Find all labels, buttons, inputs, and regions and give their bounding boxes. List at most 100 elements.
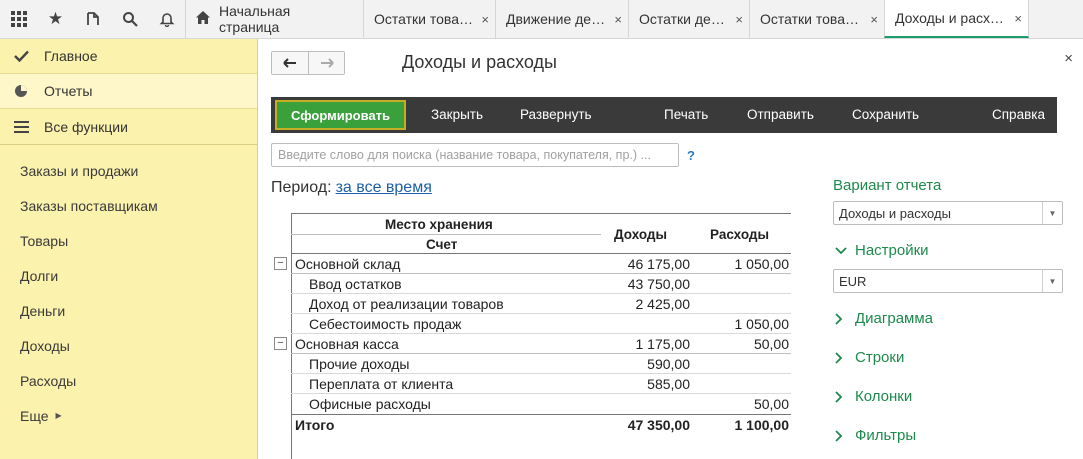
header-income: Доходы [614,227,668,242]
table-row[interactable]: Ввод остатков 43 750,00 [271,274,791,294]
chevron-right-icon [835,351,855,364]
total-label: Итого [295,417,335,433]
chevron-right-icon [835,390,855,403]
report-variant-select[interactable]: Доходы и расходы ▼ [833,201,1063,225]
report-variant-title: Вариант отчета [833,177,942,194]
table-row[interactable]: Себестоимость продаж 1 050,00 [271,314,791,334]
tab-stock-balance-2[interactable]: Остатки товаров × [749,0,884,38]
sidebar-item-supplier-orders[interactable]: Заказы поставщикам [0,188,257,223]
sidebar-item-debts[interactable]: Долги [0,258,257,293]
dropdown-arrow-icon[interactable]: ▼ [1042,270,1062,292]
sidebar-sections: Заказы и продажи Заказы поставщикам Това… [0,145,257,433]
table-row[interactable]: Офисные расходы 50,00 [271,394,791,414]
chevron-right-icon [835,312,855,325]
sidebar-item-label: Расходы [20,372,77,389]
row-label: Основная касса [295,336,399,352]
section-columns[interactable]: Колонки [835,388,912,405]
close-icon[interactable]: × [870,12,878,27]
report-table: Место хранения Счет Доходы Расходы − Осн… [271,213,791,459]
sidebar-item-main[interactable]: Главное [0,39,257,74]
home-icon [196,11,210,27]
sidebar-item-expenses[interactable]: Расходы [0,363,257,398]
search-input[interactable]: Введите слово для поиска (название товар… [271,143,679,167]
sidebar-item-label: Товары [20,232,69,249]
row-expense: 50,00 [753,396,789,412]
tab-label: Остатки товаров [760,11,865,27]
chevron-right-icon [835,429,855,442]
collapse-toggle-icon[interactable]: − [274,257,287,270]
save-button[interactable]: Сохранить [852,107,919,122]
table-row[interactable]: − Основная касса 1 175,00 50,00 [271,334,791,354]
sidebar-item-all-functions[interactable]: Все функции [0,109,257,144]
tab-stock-balance-1[interactable]: Остатки товаров × [363,0,495,38]
table-row[interactable]: − Основной склад 46 175,00 1 050,00 [271,254,791,274]
row-label: Основной склад [295,256,401,272]
sidebar-item-goods[interactable]: Товары [0,223,257,258]
forward-button[interactable] [308,52,344,74]
close-icon[interactable]: × [1014,11,1022,26]
collapse-toggle-icon[interactable]: − [274,337,287,350]
history-icon[interactable] [74,0,111,38]
currency-select[interactable]: EUR ▼ [833,269,1063,293]
page-title: Доходы и расходы [402,52,557,72]
bell-icon[interactable] [148,0,185,38]
chevron-down-icon [835,246,855,255]
sidebar-item-orders-sales[interactable]: Заказы и продажи [0,153,257,188]
tab-cash-flow[interactable]: Движение денежных средств × [495,0,628,38]
search-help-button[interactable]: ? [687,148,695,163]
row-expense: 1 050,00 [734,316,790,332]
section-rows[interactable]: Строки [835,349,904,366]
search-icon[interactable] [111,0,148,38]
table-row[interactable]: Доход от реализации товаров 2 425,00 [271,294,791,314]
sidebar-item-label: Заказы поставщикам [20,197,158,214]
back-button[interactable] [272,52,308,74]
arrow-left-icon [283,58,296,68]
period-link[interactable]: за все время [336,179,432,196]
section-filters[interactable]: Фильтры [835,427,916,444]
tab-label: Остатки денег [639,11,730,27]
dropdown-arrow-icon[interactable]: ▼ [1042,202,1062,224]
row-expense: 1 050,00 [734,256,790,272]
table-row[interactable]: Прочие доходы 590,00 [271,354,791,374]
triangle-right-icon: ▶ [55,411,62,420]
row-label: Себестоимость продаж [309,316,462,332]
close-icon[interactable]: × [735,12,743,27]
navigation-buttons [271,51,345,75]
top-bar: ★ Начальная страница Остатки товаров × Д… [0,0,1083,39]
help-button[interactable]: Справка [992,107,1045,122]
total-row[interactable]: Итого 47 350,00 1 100,00 [271,415,791,435]
pie-chart-icon [14,84,44,98]
sidebar-item-reports[interactable]: Отчеты [0,74,257,109]
section-chart[interactable]: Диаграмма [835,310,933,327]
apps-grid-icon[interactable] [0,0,37,38]
close-report-button[interactable]: Закрыть [431,107,483,122]
star-icon[interactable]: ★ [37,0,74,38]
tab-cash-balance[interactable]: Остатки денег × [628,0,749,38]
sidebar-item-label: Доходы [20,337,70,354]
close-icon[interactable]: × [1064,50,1073,67]
row-income: 46 175,00 [627,256,690,272]
section-label: Диаграмма [855,310,934,327]
close-icon[interactable]: × [614,12,622,27]
settings-section-toggle[interactable]: Настройки [835,242,929,259]
row-expense: 50,00 [753,336,789,352]
expand-button[interactable]: Развернуть [520,107,592,122]
tab-home[interactable]: Начальная страница [185,0,363,38]
sidebar-item-label: Отчеты [44,83,93,99]
tab-income-expense[interactable]: Доходы и расходы × [884,0,1029,38]
command-bar: Сформировать Закрыть Развернуть Печать О… [271,97,1057,133]
sidebar-item-money[interactable]: Деньги [0,293,257,328]
send-button[interactable]: Отправить [747,107,814,122]
section-label: Фильтры [855,427,917,444]
print-button[interactable]: Печать [664,107,708,122]
sidebar-item-label: Главное [44,48,98,64]
generate-button[interactable]: Сформировать [275,100,406,130]
tab-home-label: Начальная страница [219,3,291,35]
currency-value: EUR [839,273,867,289]
close-icon[interactable]: × [481,12,489,27]
table-row[interactable]: Переплата от клиента 585,00 [271,374,791,394]
checkmark-icon [14,50,44,62]
sidebar-item-income[interactable]: Доходы [0,328,257,363]
row-income: 1 175,00 [635,336,691,352]
sidebar-item-more[interactable]: Еще ▶ [0,398,257,433]
